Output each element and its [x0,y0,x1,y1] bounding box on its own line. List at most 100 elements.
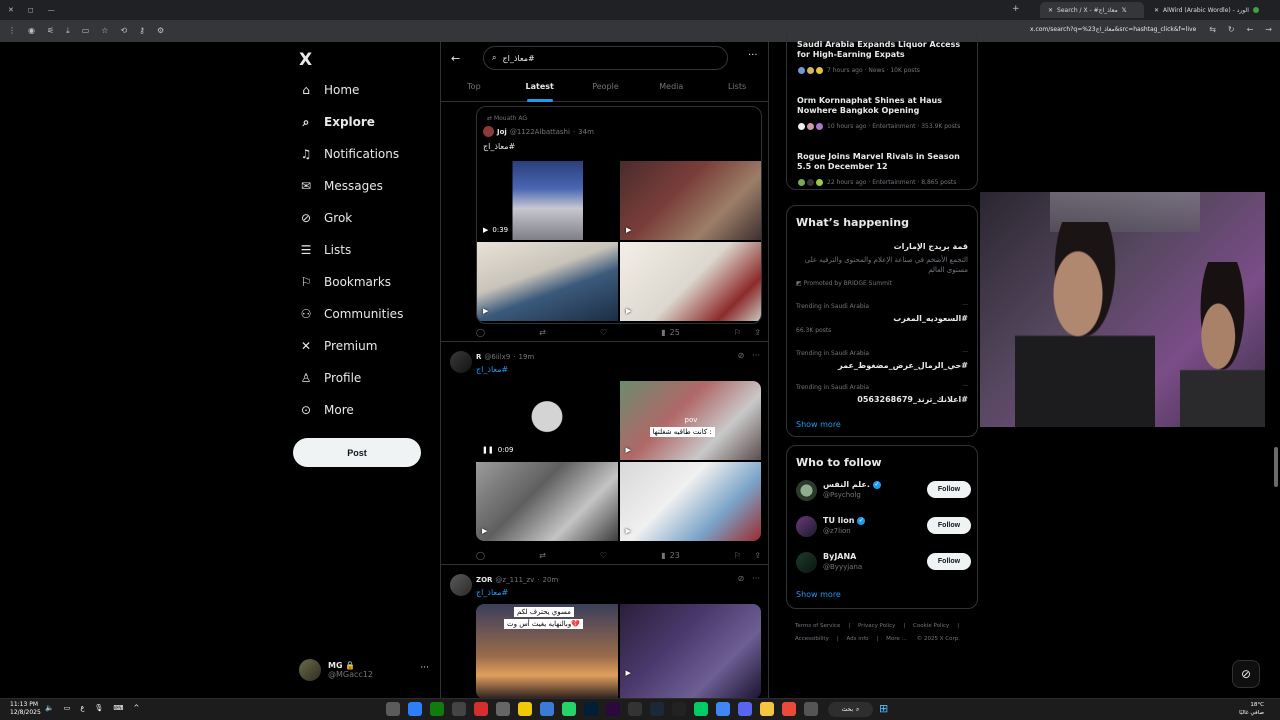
tab-lists[interactable]: Lists [704,78,768,101]
x-logo[interactable]: X [299,50,312,70]
tweet-author[interactable]: ZOR @z_111_zv · 20m [476,576,558,584]
news-title[interactable]: Saudi Arabia Expands Liquor Access for H… [797,40,972,60]
app-icon[interactable] [804,702,818,716]
nav-item-profile[interactable]: ♙ Profile [299,371,362,385]
key-icon[interactable]: ⚷ [139,26,145,36]
avatar[interactable] [450,351,472,373]
grok-icon[interactable]: ⊘ [738,351,745,360]
promo-title[interactable]: قمة بريدج الإمارات [894,242,968,251]
taskbar-search[interactable]: بحث ⌕ [828,702,873,717]
views-button[interactable]: ▮ 25 [661,328,680,337]
trend-name[interactable]: #حي_الرمال_عرض_مضغوط_عمر [838,361,968,370]
like-icon[interactable]: ♡ [600,551,607,560]
footer-link[interactable]: Privacy Policy [858,623,895,629]
media-video[interactable]: ❚❚ 0:09 [476,381,618,460]
page-scrollbar[interactable] [1274,447,1278,487]
forward-icon[interactable]: → [1265,25,1272,34]
share-icon[interactable]: ⇪ [754,551,761,560]
account-switcher[interactable]: MG 🔒 @MGacc12 ··· [299,659,429,681]
app-icon[interactable] [452,702,466,716]
puzzle-icon[interactable]: ⚙ [157,26,164,36]
footer-link[interactable]: More … [886,636,907,642]
news-title[interactable]: Orm Kornnaphat Shines at Haus Nowhere Ba… [797,96,972,116]
tweet[interactable]: ⇄ Mouath AG Joj @1122Albattashi · 34m #م… [441,102,768,342]
more-dots-icon[interactable]: ··· [962,383,968,390]
tab-people[interactable]: People [573,78,639,101]
app-icon[interactable] [628,702,642,716]
follow-button[interactable]: Follow [927,517,971,534]
nav-item-notifications[interactable]: ♫ Notifications [299,147,400,161]
tab-media[interactable]: Media [638,78,704,101]
close-window-icon[interactable]: ✕ [8,6,14,14]
steam-app-icon[interactable] [650,702,664,716]
close-tab-icon[interactable]: ✕ [1048,7,1053,14]
hashtag-link[interactable]: #معاذ_اج [476,588,508,597]
sidebar-icon[interactable]: ▭ [82,26,90,36]
media-video[interactable]: ▶ [619,604,761,698]
restore-window-icon[interactable]: ◻ [28,6,34,14]
app-icon[interactable] [496,702,510,716]
media-video[interactable]: ▶ [620,242,761,321]
more-dots-icon[interactable]: ··· [962,302,968,309]
media-video[interactable]: ▶ [620,161,761,240]
avatar[interactable] [450,574,472,596]
xbox-app-icon[interactable] [430,702,444,716]
trend-name[interactable]: #اعلانك_ترند_0563268679 [857,395,968,404]
reload-icon[interactable]: ↻ [1228,25,1235,34]
bookmark-icon[interactable]: ⚐ [734,328,741,337]
nav-item-explore[interactable]: ⌕ Explore [299,115,375,130]
media-video[interactable]: ▶ [476,462,618,541]
chrome-app-icon[interactable] [716,702,730,716]
app-icon[interactable] [694,702,708,716]
app-icon[interactable] [518,702,532,716]
follow-button[interactable]: Follow [927,481,971,498]
media-video[interactable]: ▶ [619,462,761,541]
volume-icon[interactable]: 🔈 [45,704,54,712]
hashtag-link[interactable]: #معاذ_اج [476,365,508,374]
tab-alwird[interactable]: ✕ AlWird (Arabic Wordle) - الورد [1146,2,1274,18]
more-dots-icon[interactable]: ··· [752,574,760,583]
tweet-author[interactable]: R @6iilx9 · 19m [476,353,534,361]
mic-icon[interactable]: 🎙 [95,704,104,712]
show-more-link[interactable]: Show more [796,420,841,429]
like-icon[interactable]: ♡ [600,328,607,337]
tab-top[interactable]: Top [441,78,507,101]
reply-icon[interactable]: ◯ [476,551,485,560]
weather-widget[interactable]: 18°C صافي غالبًا [1239,701,1264,717]
retweet-icon[interactable]: ⇄ [539,551,546,560]
tweet[interactable]: R @6iilx9 · 19m ⊘ ··· #معاذ_اج ❚❚ 0:09 po… [441,343,768,565]
menu-icon[interactable]: ⋮ [8,26,16,36]
address-url[interactable]: x.com/search?q=%23معاذ_اج&src=hashtag_cl… [1030,26,1196,33]
trend-name[interactable]: #السعوديه_المغرب [893,314,968,323]
news-title[interactable]: Rogue Joins Marvel Rivals in Season 5.5 … [797,152,972,172]
retweet-icon[interactable]: ⇄ [539,328,546,337]
nav-item-communities[interactable]: ⚇ Communities [299,307,404,321]
more-options-icon[interactable]: ··· [748,50,758,61]
extensions-icon[interactable]: ⚟ [47,26,54,36]
more-dots-icon[interactable]: ··· [752,351,760,360]
media-video[interactable]: ▶ 0:39 [477,161,618,240]
nav-item-lists[interactable]: ☰ Lists [299,243,352,257]
nav-item-grok[interactable]: ⊘ Grok [299,211,352,225]
bookmark-icon[interactable]: ⚐ [734,551,741,560]
tab-latest[interactable]: Latest [507,78,573,102]
nav-item-more[interactable]: ⊙ More [299,403,354,417]
nav-item-bookmarks[interactable]: ⚐ Bookmarks [299,275,391,289]
quoted-tweet[interactable]: ⇄ Mouath AG Joj @1122Albattashi · 34m #م… [476,106,762,324]
more-dots-icon[interactable]: ··· [962,349,968,356]
new-tab-icon[interactable]: + [1012,4,1020,14]
youtube-app-icon[interactable] [474,702,488,716]
follow-suggestion[interactable]: علم النفس. ✓ @Psycholg Follow [796,478,971,504]
discord-app-icon[interactable] [738,702,752,716]
share-icon[interactable]: ⇪ [754,328,761,337]
footer-link[interactable]: Terms of Service [795,623,840,629]
app-icon[interactable] [408,702,422,716]
network-icon[interactable]: ▭ [64,704,71,712]
media-video[interactable]: مسوي يحترف لكم وبالنهايه يغيث أس وت💔 [476,604,618,698]
follow-button[interactable]: Follow [927,553,971,570]
chevron-up-icon[interactable]: ^ [134,704,140,712]
tune-icon[interactable]: ⇆ [1209,25,1216,34]
search-input[interactable]: ⌕ #معاذ_اج [483,46,728,70]
show-more-link[interactable]: Show more [796,590,841,599]
folder-app-icon[interactable] [760,702,774,716]
